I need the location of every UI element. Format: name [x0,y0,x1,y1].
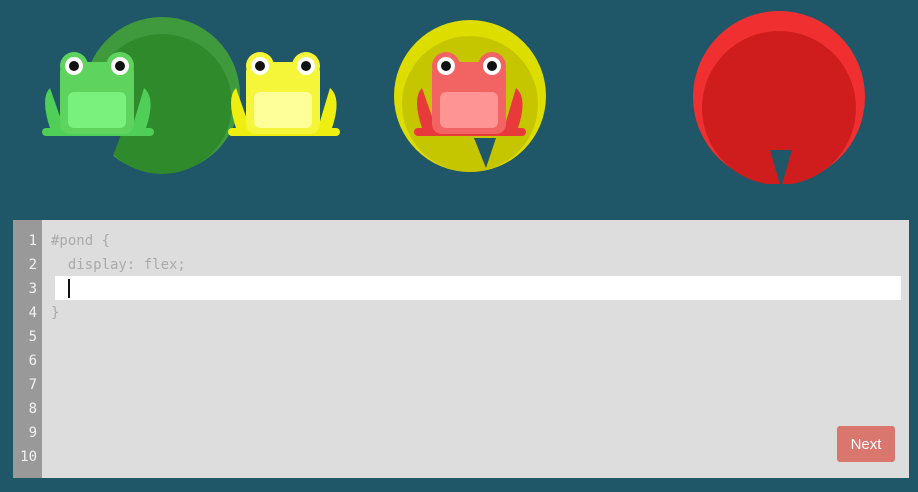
line-number: 1 [28,233,37,249]
code-line-declaration: display: flex; [51,257,186,273]
code-line-closing-brace: } [51,305,60,321]
css-code-input[interactable] [55,276,901,300]
pond [0,0,918,210]
text-caret [68,279,70,298]
line-number: 10 [20,449,37,465]
line-number: 5 [28,329,37,345]
line-number-gutter: 1 2 3 4 5 6 7 8 9 10 [13,220,42,478]
line-number: 6 [28,353,37,369]
line-number: 3 [28,281,37,297]
next-button[interactable]: Next [837,426,895,462]
code-editor: 1 2 3 4 5 6 7 8 9 10 #pond { display: fl… [13,220,909,478]
frog-green-icon [42,52,154,136]
frog-red-icon [414,52,526,136]
frog-yellow-icon [228,52,340,136]
line-number: 4 [28,305,37,321]
code-line-selector: #pond { [51,233,111,249]
lilypad-red-icon [693,11,865,184]
line-number: 7 [28,377,37,393]
line-number: 9 [28,425,37,441]
line-number: 2 [28,257,37,273]
line-number: 8 [28,401,37,417]
